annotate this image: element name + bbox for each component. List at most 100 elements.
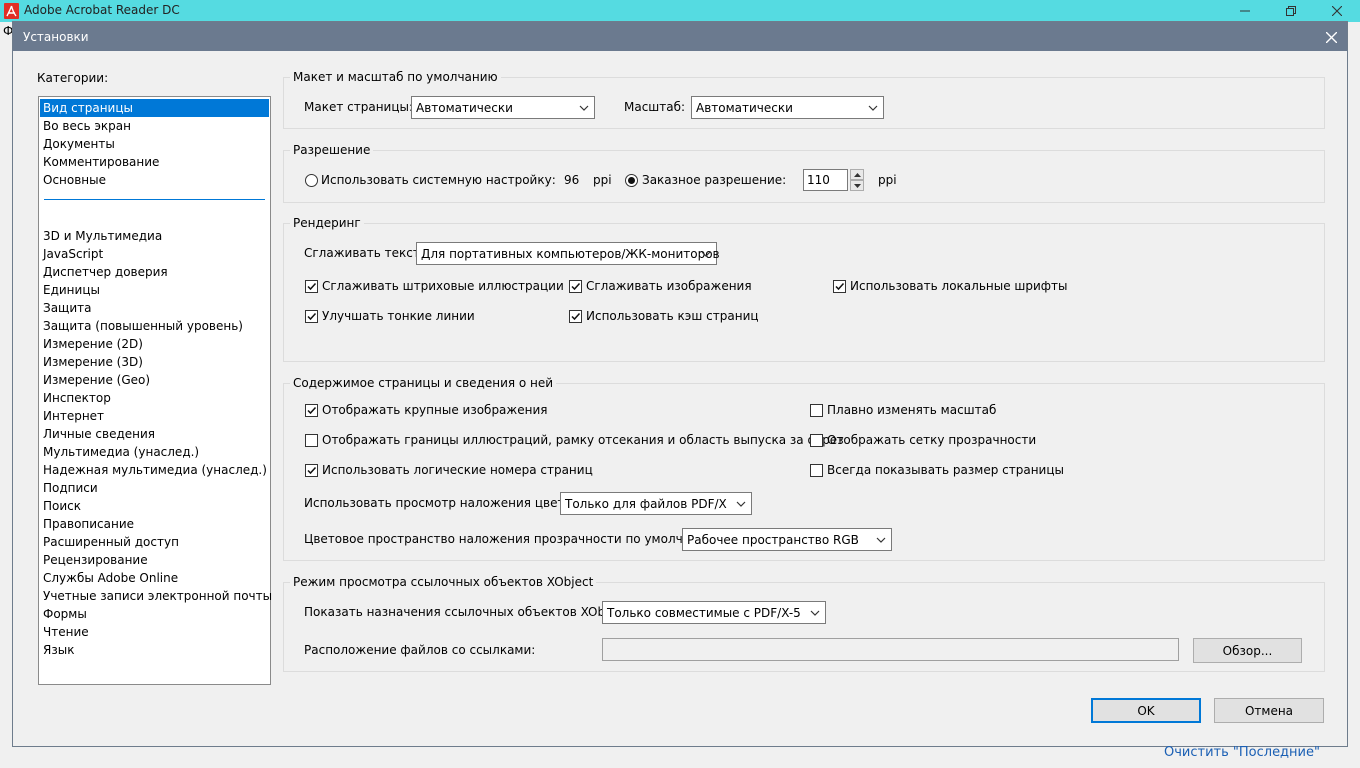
checkbox-label: Всегда показывать размер страницы: [827, 463, 1064, 477]
blend-space-select[interactable]: Рабочее пространство RGB: [682, 528, 892, 551]
category-item[interactable]: Комментирование: [40, 153, 269, 171]
category-item[interactable]: Вид страницы: [40, 99, 269, 117]
checkbox-label: Отображать границы иллюстраций, рамку от…: [322, 433, 844, 447]
checkbox[interactable]: [810, 464, 823, 477]
radio-custom-resolution[interactable]: [625, 174, 638, 187]
category-item[interactable]: Чтение: [40, 623, 269, 641]
xobject-location-label: Расположение файлов со ссылками:: [304, 643, 536, 657]
checkbox[interactable]: [833, 280, 846, 293]
checkmark-icon: [835, 282, 845, 291]
checkbox-label: Сглаживать изображения: [586, 279, 752, 293]
checkbox-label: Улучшать тонкие линии: [322, 309, 475, 323]
zoom-select[interactable]: Автоматически: [691, 96, 884, 119]
restore-icon[interactable]: [1268, 0, 1314, 22]
category-item[interactable]: Правописание: [40, 515, 269, 533]
checkmark-icon: [307, 406, 317, 415]
app-title: Adobe Acrobat Reader DC: [24, 3, 180, 17]
custom-resolution-input[interactable]: 110: [803, 169, 848, 191]
blend-space-label: Цветовое пространство наложения прозрачн…: [304, 532, 720, 546]
category-separator: [44, 199, 265, 200]
categories-label: Категории:: [37, 71, 109, 85]
dialog-title: Установки: [23, 30, 89, 44]
checkmark-icon: [307, 466, 317, 475]
app-titlebar: Adobe Acrobat Reader DC: [0, 0, 1360, 22]
category-item[interactable]: Учетные записи электронной почты: [40, 587, 272, 605]
system-resolution-value: 96: [564, 173, 580, 187]
checkbox-label: Использовать кэш страниц: [586, 309, 759, 323]
checkbox[interactable]: [305, 280, 318, 293]
checkbox-label: Использовать локальные шрифты: [850, 279, 1068, 293]
smooth-text-label: Сглаживать текст:: [304, 246, 424, 260]
category-item[interactable]: Инспектор: [40, 389, 269, 407]
minimize-icon[interactable]: [1222, 0, 1268, 22]
group-content-title: Содержимое страницы и сведения о ней: [290, 376, 557, 390]
checkbox-label: Использовать логические номера страниц: [322, 463, 593, 477]
checkbox-label: Плавно изменять масштаб: [827, 403, 997, 417]
checkmark-icon: [571, 282, 581, 291]
checkbox[interactable]: [305, 434, 318, 447]
dialog-titlebar: Установки: [13, 22, 1347, 51]
close-icon[interactable]: [1314, 0, 1360, 22]
smooth-text-select[interactable]: Для портативных компьютеров/ЖК-мониторов: [416, 242, 720, 265]
group-resolution-title: Разрешение: [290, 143, 374, 157]
spin-down-icon[interactable]: [850, 180, 864, 191]
category-item[interactable]: Основные: [40, 171, 269, 189]
category-item[interactable]: JavaScript: [40, 245, 269, 263]
category-item[interactable]: Формы: [40, 605, 269, 623]
category-item[interactable]: Язык: [40, 641, 269, 659]
system-resolution-unit: ppi: [593, 173, 612, 187]
category-item[interactable]: Надежная мультимедиа (унаслед.): [40, 461, 269, 479]
checkbox[interactable]: [305, 404, 318, 417]
page-layout-select[interactable]: Автоматически: [411, 96, 595, 119]
category-item[interactable]: Поиск: [40, 497, 269, 515]
checkbox-label: Сглаживать штриховые иллюстрации: [322, 279, 564, 293]
category-item[interactable]: Измерение (2D): [40, 335, 269, 353]
category-item[interactable]: Единицы: [40, 281, 269, 299]
cancel-button[interactable]: Отмена: [1214, 698, 1324, 723]
category-item[interactable]: 3D и Мультимедиа: [40, 227, 269, 245]
group-xobject-title: Режим просмотра ссылочных объектов XObje…: [290, 575, 597, 589]
overprint-label: Использовать просмотр наложения цветов:: [304, 496, 583, 510]
checkbox[interactable]: [810, 404, 823, 417]
chevron-down-icon: [731, 493, 751, 514]
preferences-dialog: Установки Категории: Вид страницы Во весь…: [12, 21, 1348, 747]
xobject-location-field[interactable]: [602, 638, 1179, 661]
category-item[interactable]: Защита: [40, 299, 269, 317]
group-rendering-title: Рендеринг: [290, 216, 364, 230]
category-item[interactable]: Защита (повышенный уровень): [40, 317, 269, 335]
category-item[interactable]: Интернет: [40, 407, 269, 425]
category-item[interactable]: Рецензирование: [40, 551, 269, 569]
checkbox[interactable]: [569, 310, 582, 323]
clear-recent-link[interactable]: Очистить "Последние": [1164, 745, 1320, 760]
category-item[interactable]: Мультимедиа (унаслед.): [40, 443, 269, 461]
radio-system-resolution[interactable]: [305, 174, 318, 187]
category-item[interactable]: Подписи: [40, 479, 269, 497]
category-item[interactable]: Службы Adobe Online: [40, 569, 269, 587]
category-item[interactable]: Измерение (3D): [40, 353, 269, 371]
chevron-down-icon: [574, 97, 594, 118]
chevron-down-icon: [863, 97, 883, 118]
checkbox-label: Отображать крупные изображения: [322, 403, 548, 417]
categories-list[interactable]: Вид страницы Во весь экран Документы Коммен…: [38, 96, 272, 685]
dialog-close-icon[interactable]: [1321, 27, 1341, 47]
acrobat-logo-icon: [4, 3, 19, 19]
category-item[interactable]: Во весь экран: [40, 117, 269, 135]
checkbox[interactable]: [569, 280, 582, 293]
checkbox[interactable]: [810, 434, 823, 447]
category-item[interactable]: Документы: [40, 135, 269, 153]
overprint-select[interactable]: Только для файлов PDF/X: [560, 492, 752, 515]
checkbox[interactable]: [305, 464, 318, 477]
browse-button[interactable]: Обзор...: [1193, 638, 1302, 663]
spin-up-icon[interactable]: [850, 169, 864, 180]
category-item[interactable]: Измерение (Geo): [40, 371, 269, 389]
ok-button[interactable]: OK: [1091, 698, 1201, 723]
xobject-show-select[interactable]: Только совместимые с PDF/X-5: [602, 601, 826, 624]
xobject-show-label: Показать назначения ссылочных объектов X…: [304, 605, 632, 619]
chevron-down-icon: [696, 243, 716, 264]
category-item[interactable]: Личные сведения: [40, 425, 269, 443]
category-item[interactable]: Диспетчер доверия: [40, 263, 269, 281]
checkbox[interactable]: [305, 310, 318, 323]
custom-resolution-label: Заказное разрешение:: [642, 173, 787, 187]
category-item[interactable]: Расширенный доступ: [40, 533, 269, 551]
chevron-down-icon: [871, 529, 891, 550]
